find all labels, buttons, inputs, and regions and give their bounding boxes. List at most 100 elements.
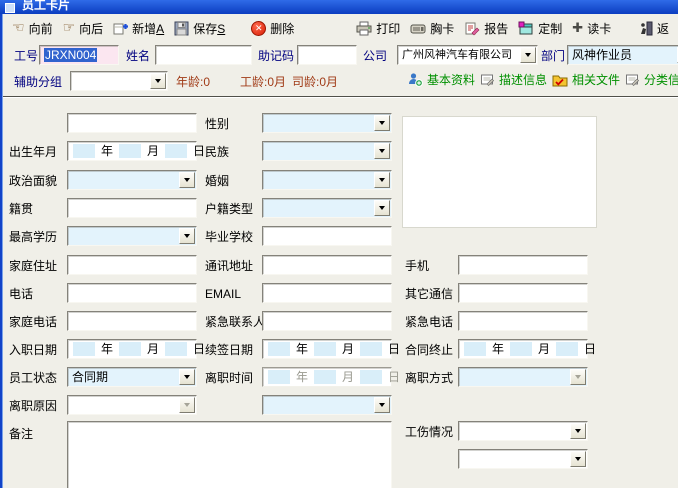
emergency-phone-input[interactable] — [458, 311, 588, 331]
leave-reason-select — [67, 395, 197, 415]
back-button[interactable]: ☜ 向前 — [7, 18, 58, 39]
home-phone-input[interactable] — [67, 311, 197, 331]
forward-label: 向后 — [79, 20, 103, 37]
hire-date-label: 入职日期 — [9, 342, 57, 358]
chevron-down-icon[interactable] — [374, 200, 390, 216]
print-icon — [356, 21, 372, 36]
nation-label: 民族 — [205, 144, 229, 160]
folder-icon — [552, 73, 568, 87]
date-segment — [556, 342, 578, 356]
report-button[interactable]: 报告 — [459, 18, 513, 39]
date-unit-year: 年 — [97, 143, 117, 159]
tab-bar: 基本资料 描述信息 相关文件 分类信 — [408, 71, 678, 88]
chevron-down-icon[interactable] — [520, 47, 536, 63]
add-icon — [113, 21, 128, 36]
company-select[interactable]: 广州风神汽车有限公司 — [397, 45, 538, 65]
contract-end-input[interactable]: 年 月 日 — [458, 339, 588, 359]
date-segment — [165, 342, 187, 356]
tab-basic-info[interactable]: 基本资料 — [408, 71, 475, 88]
date-unit-year: 年 — [97, 341, 117, 357]
date-unit-year: 年 — [292, 341, 312, 357]
native-place-input[interactable] — [67, 198, 197, 218]
forward-button[interactable]: ☞ 向后 — [58, 18, 109, 39]
chevron-down-icon[interactable] — [570, 451, 586, 467]
report-icon — [464, 21, 480, 36]
leave-time-input: 年 月 日 — [262, 367, 392, 387]
birth-date-input[interactable]: 年 月 日 — [67, 141, 197, 161]
company-tenure-stat: 司龄:0月 — [292, 74, 338, 90]
customize-button[interactable]: 定制 — [513, 18, 567, 39]
photo-area[interactable] — [402, 116, 597, 228]
tab-related-files[interactable]: 相关文件 — [552, 71, 620, 88]
remarks-textarea[interactable] — [67, 421, 392, 488]
tab-category-label: 分类信 — [644, 71, 678, 88]
note-icon — [480, 73, 495, 87]
window-icon — [5, 3, 15, 13]
department-select[interactable]: 风神作业员 — [567, 45, 678, 65]
email-input[interactable] — [262, 283, 392, 303]
nation-select[interactable] — [262, 141, 392, 161]
toolbar: ☜ 向前 ☞ 向后 新增A 保存S ✕ 删除 打印 胸卡 报告 — [3, 15, 678, 41]
other-contact-label: 其它通信 — [405, 286, 453, 302]
chevron-down-icon[interactable] — [570, 423, 586, 439]
chevron-down-icon[interactable] — [374, 397, 390, 413]
name-input[interactable] — [155, 45, 252, 65]
window-title: 员工卡片 — [22, 0, 70, 14]
phone-input[interactable] — [67, 283, 197, 303]
emp-no-input[interactable]: JRXN004 — [39, 45, 119, 65]
marriage-select[interactable] — [262, 170, 392, 190]
add-label: 新增A — [132, 20, 164, 37]
chevron-down-icon[interactable] — [150, 73, 166, 89]
hire-date-input[interactable]: 年 月 日 — [67, 339, 197, 359]
date-unit-month: 月 — [534, 341, 554, 357]
delete-icon: ✕ — [251, 21, 266, 36]
home-address-input[interactable] — [67, 255, 197, 275]
add-button[interactable]: 新增A — [108, 18, 169, 39]
chevron-down-icon[interactable] — [179, 172, 195, 188]
date-segment — [314, 342, 336, 356]
education-select[interactable] — [67, 226, 197, 246]
mnemonic-input[interactable] — [297, 45, 357, 65]
return-button[interactable]: 返 — [634, 18, 674, 39]
renew-date-input[interactable]: 年 月 日 — [262, 339, 392, 359]
date-segment — [119, 144, 141, 158]
gender-select[interactable] — [262, 113, 392, 133]
employee-card-window: 员工卡片 ☜ 向前 ☞ 向后 新增A 保存S ✕ 删除 打印 胸卡 — [0, 0, 678, 488]
unnamed-top-input[interactable] — [67, 113, 197, 133]
school-input[interactable] — [262, 226, 392, 246]
read-card-button[interactable]: ✚ 读卡 — [567, 18, 616, 39]
save-icon — [174, 21, 189, 36]
date-unit-day: 日 — [384, 369, 404, 385]
renew-date-label: 续签日期 — [205, 342, 253, 358]
mail-address-input[interactable] — [262, 255, 392, 275]
chevron-down-icon[interactable] — [179, 369, 195, 385]
badge-button[interactable]: 胸卡 — [405, 18, 459, 39]
emp-status-label: 员工状态 — [9, 370, 57, 386]
print-button[interactable]: 打印 — [351, 18, 405, 39]
injury-select[interactable] — [458, 421, 588, 441]
date-segment — [268, 370, 290, 384]
tab-category[interactable]: 分类信 — [625, 71, 678, 88]
household-type-select[interactable] — [262, 198, 392, 218]
other-contact-input[interactable] — [458, 283, 588, 303]
save-button[interactable]: 保存S — [169, 18, 230, 39]
politics-select[interactable] — [67, 170, 197, 190]
injury-extra-select[interactable] — [458, 449, 588, 469]
leave-extra-select[interactable] — [262, 395, 392, 415]
injury-label: 工伤情况 — [405, 424, 453, 440]
date-segment — [360, 342, 382, 356]
emergency-contact-input[interactable] — [262, 311, 392, 331]
chevron-down-icon[interactable] — [374, 143, 390, 159]
delete-label: 删除 — [270, 20, 294, 37]
tab-description[interactable]: 描述信息 — [480, 71, 547, 88]
chevron-down-icon[interactable] — [179, 228, 195, 244]
remarks-label: 备注 — [9, 426, 33, 442]
aux-group-select[interactable] — [70, 71, 168, 91]
chevron-down-icon[interactable] — [374, 172, 390, 188]
mobile-input[interactable] — [458, 255, 588, 275]
chevron-down-icon[interactable] — [374, 115, 390, 131]
hand-right-icon: ☞ — [63, 21, 76, 35]
delete-button[interactable]: ✕ 删除 — [246, 18, 299, 39]
emp-no-label: 工号 — [14, 48, 38, 64]
emp-status-select[interactable]: 合同期 — [67, 367, 197, 387]
